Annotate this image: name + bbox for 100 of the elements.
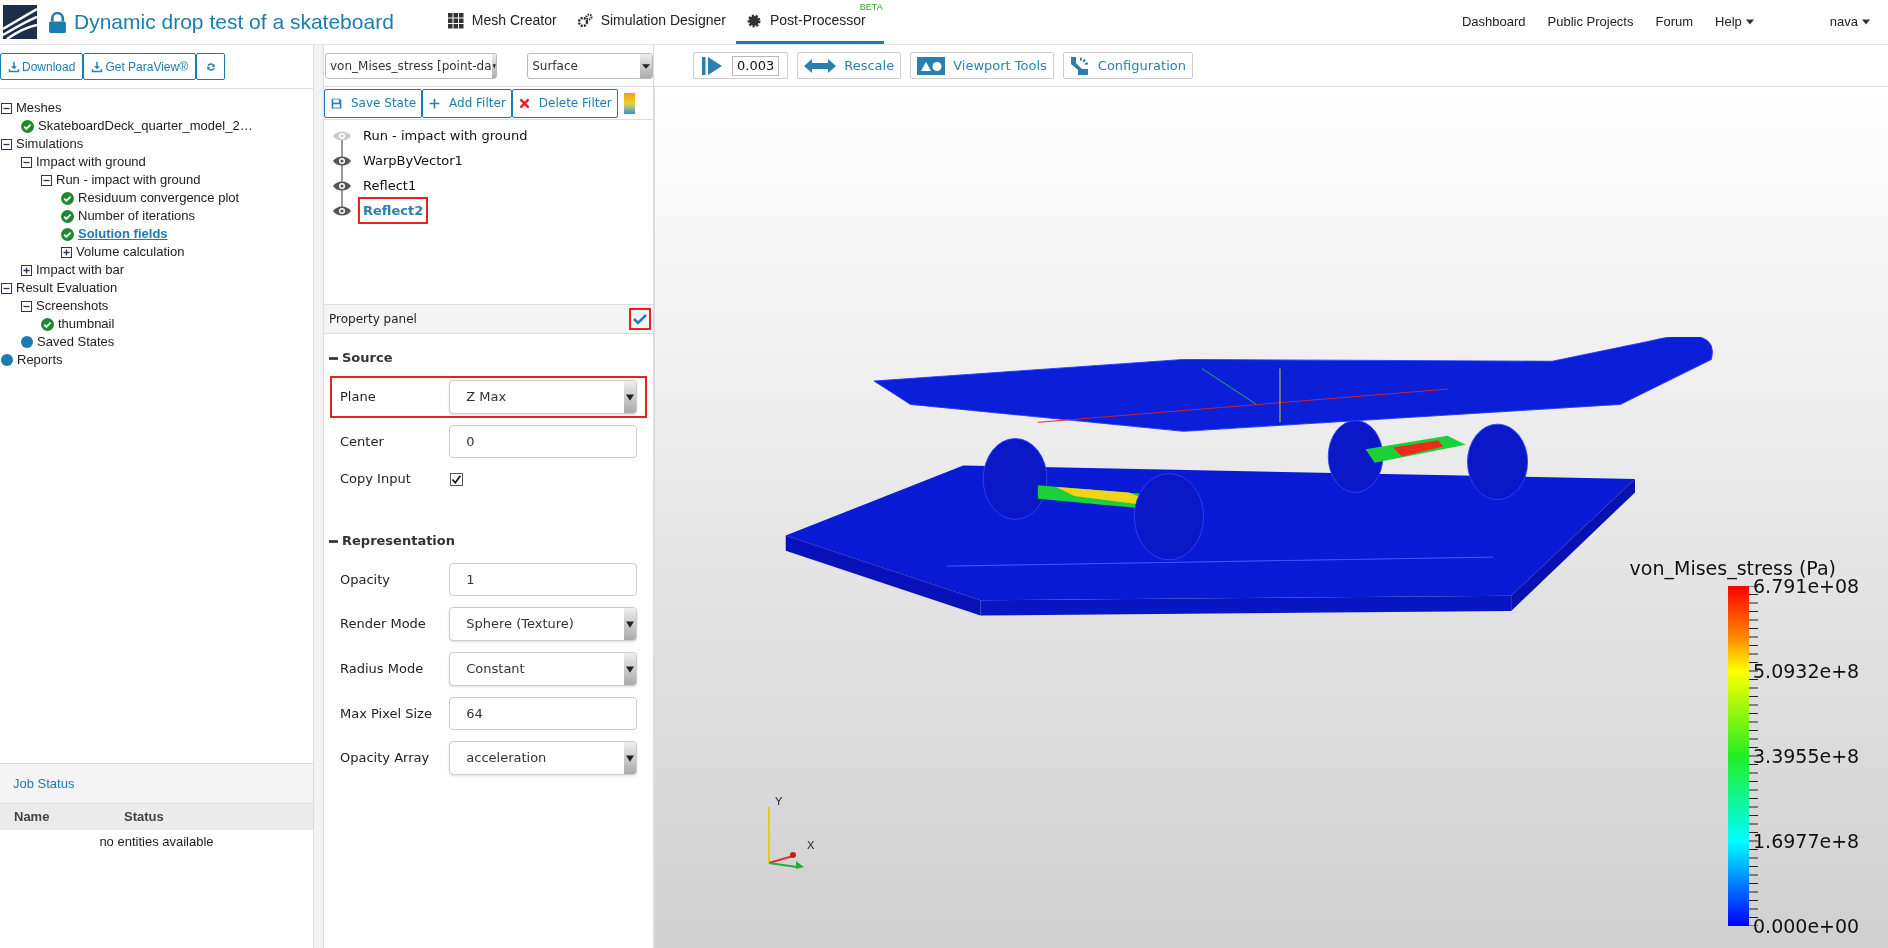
toolbar-button[interactable]: Configuration: [1062, 52, 1193, 79]
filter-button[interactable]: Delete Filter: [511, 88, 618, 118]
panel-title: Job Status: [13, 774, 75, 793]
color-map-icon[interactable]: [623, 92, 635, 114]
download-icon: [91, 60, 104, 73]
nav-link[interactable]: Help: [1704, 12, 1765, 32]
gear-icon: [745, 12, 762, 29]
toolbar-button[interactable]: Rescale: [797, 52, 902, 79]
column-header: Status: [124, 808, 164, 827]
property-label: Plane: [340, 388, 377, 406]
expand-toggle[interactable]: [21, 264, 32, 276]
select-field[interactable]: Sphere (Texture): [449, 607, 637, 641]
scale-label: 1.6977e+8: [1753, 829, 1860, 854]
tree-item[interactable]: Reports: [17, 350, 63, 370]
panel-title: Property panel: [329, 311, 418, 328]
property-label: Opacity: [340, 570, 391, 589]
toolbar-button[interactable]: Get ParaView®: [83, 53, 197, 80]
input-field[interactable]: 64: [449, 697, 637, 730]
filter-item[interactable]: Run - impact with ground: [358, 125, 533, 146]
filter-item[interactable]: WarpByVector1: [358, 150, 468, 171]
collapse-toggle[interactable]: [21, 300, 32, 312]
save-icon: [330, 96, 343, 110]
scale-label: 0.000e+00: [1753, 914, 1860, 939]
axis-label: Y: [775, 795, 783, 807]
select-field[interactable]: Z Max: [449, 380, 637, 414]
logo-icon[interactable]: [3, 5, 37, 39]
filter-item[interactable]: Reflect2: [358, 196, 429, 225]
property-label: Render Mode: [340, 615, 427, 633]
collapse-toggle[interactable]: [1, 102, 12, 114]
axis-label: X: [807, 839, 815, 851]
property-label: Opacity Array: [340, 749, 431, 767]
collapse-toggle[interactable]: [21, 156, 32, 168]
beta-label: BETA: [859, 2, 883, 12]
eye-icon[interactable]: [332, 154, 352, 167]
nav-tab[interactable]: Simulation Designer: [566, 0, 736, 44]
eye-icon[interactable]: [332, 179, 352, 192]
3d-viewport[interactable]: Y X von_Mises_stress (Pa) 6.791e+08 5.0932e+8 3.3955e+8 1.6977e+8 0.000e+00: [654, 86, 1888, 948]
plus-icon: [428, 96, 442, 110]
collapse-toggle[interactable]: [41, 174, 52, 186]
lock-icon: [49, 11, 66, 33]
input-field[interactable]: 0: [449, 425, 637, 458]
nav-link[interactable]: Dashboard: [1450, 12, 1537, 32]
tree-item[interactable]: Number of iterations: [78, 206, 196, 226]
scale-label: 3.3955e+8: [1753, 744, 1860, 769]
project-title: Dynamic drop test of a skateboard: [74, 9, 394, 36]
tree-item[interactable]: Volume calculation: [76, 242, 185, 262]
tree-item[interactable]: Simulations: [16, 134, 84, 154]
column-header: Name: [13, 808, 51, 827]
axes-triad-icon: [766, 805, 806, 869]
input-field[interactable]: 1: [449, 563, 637, 596]
refresh-button[interactable]: [196, 53, 226, 80]
configuration-icon: [1069, 55, 1090, 76]
tree-item[interactable]: Meshes: [16, 98, 62, 118]
tree-item[interactable]: Saved States: [37, 332, 115, 352]
toolbar-button[interactable]: Viewport Tools: [910, 52, 1054, 79]
property-label: Copy Input: [340, 470, 412, 488]
filter-button[interactable]: Save State: [324, 88, 423, 118]
checkbox[interactable]: [629, 308, 651, 330]
filter-button[interactable]: Add Filter: [422, 88, 512, 118]
filter-item[interactable]: Reflect1: [358, 175, 422, 196]
caret-icon: [1862, 19, 1870, 25]
download-icon: [8, 60, 20, 73]
nav-tab[interactable]: Mesh Creator: [437, 0, 567, 44]
tree-item[interactable]: Run - impact with ground: [56, 170, 201, 190]
nav-link[interactable]: Public Projects: [1536, 12, 1645, 32]
user-menu[interactable]: nava: [1829, 12, 1870, 32]
tree-item[interactable]: Residuum convergence plot: [78, 188, 240, 208]
select-field[interactable]: acceleration: [449, 741, 637, 775]
time-field[interactable]: 0.003: [732, 55, 780, 76]
tree-item[interactable]: SkateboardDeck_quarter_model_2…: [38, 116, 253, 136]
delete-icon: [517, 96, 531, 110]
grid-icon: [447, 12, 464, 29]
collapse-toggle[interactable]: [1, 138, 12, 150]
toolbar-button[interactable]: Download: [0, 53, 84, 80]
scale-label: 5.0932e+8: [1753, 659, 1860, 684]
eye-icon[interactable]: [332, 204, 352, 217]
property-label: Center: [340, 432, 385, 451]
property-label: Max Pixel Size: [340, 704, 433, 723]
tree-item[interactable]: Solution fields: [78, 224, 168, 244]
tree-item[interactable]: Impact with ground: [36, 152, 146, 172]
tree-item[interactable]: Result Evaluation: [16, 278, 118, 298]
nav-link[interactable]: Forum: [1644, 12, 1705, 32]
tree-item[interactable]: Impact with bar: [36, 260, 125, 280]
select-field[interactable]: von_Mises_stress [point-da: [325, 52, 498, 79]
select-field[interactable]: Constant: [449, 652, 637, 686]
property-label: Radius Mode: [340, 660, 425, 678]
tree-item[interactable]: Screenshots: [36, 296, 109, 316]
refresh-icon: [204, 60, 217, 73]
checkbox[interactable]: [450, 472, 463, 486]
gears-icon: [576, 12, 593, 29]
empty-message: no entities available: [99, 833, 214, 851]
legend-title: von_Mises_stress (Pa): [1629, 556, 1836, 580]
horizontal-arrows-icon: [804, 57, 837, 74]
section-title: Representation: [342, 532, 455, 551]
tree-item[interactable]: thumbnail: [58, 314, 115, 334]
collapse-toggle[interactable]: [1, 282, 12, 294]
shapes-icon: [917, 56, 946, 75]
expand-toggle[interactable]: [61, 246, 72, 258]
play-icon[interactable]: [702, 56, 722, 75]
select-field[interactable]: Surface: [527, 52, 653, 79]
